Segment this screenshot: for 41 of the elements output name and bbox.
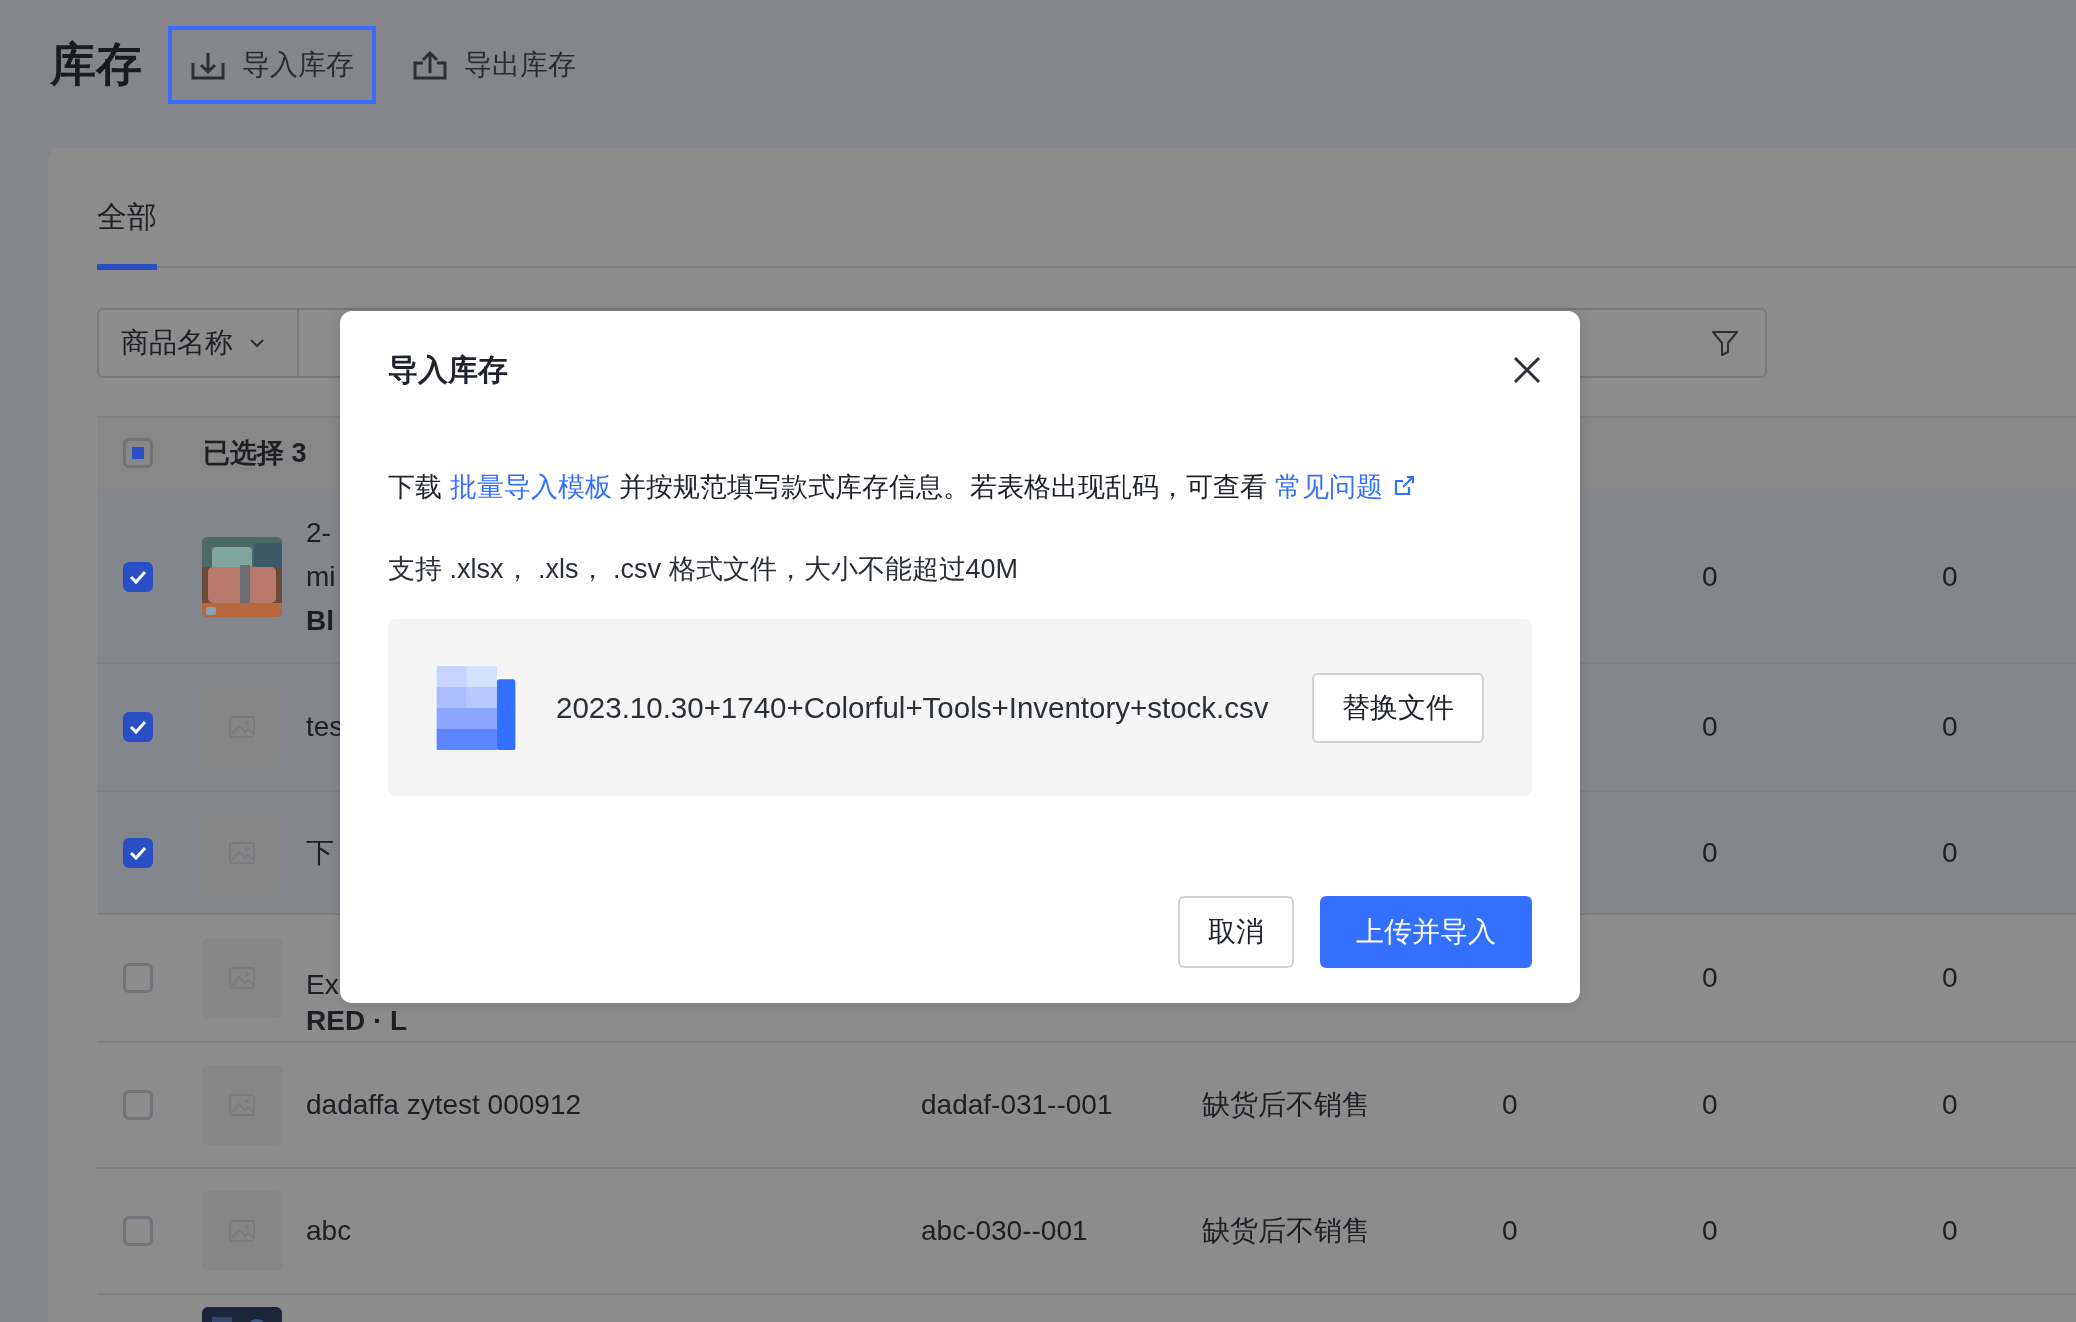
table-cell: 0 bbox=[1702, 836, 1718, 868]
product-name: dadaffa zytest 000912 bbox=[306, 1089, 582, 1120]
sku-cell: abc-030--001 bbox=[921, 1215, 1088, 1246]
replace-file-button[interactable]: 替换文件 bbox=[1312, 672, 1484, 743]
variant-label: RED · L bbox=[306, 1005, 408, 1036]
format-note: 支持 .xlsx， .xls， .csv 格式文件，大小不能超过40M bbox=[388, 553, 1020, 586]
product-name: Ex bbox=[306, 969, 339, 1000]
product-name: mi bbox=[306, 561, 336, 592]
file-name: 2023.10.30+1740+Colorful+Tools+Inventory+stock.csv bbox=[556, 690, 1270, 725]
policy-cell: 缺货后不销售 bbox=[1202, 1215, 1370, 1246]
cancel-button[interactable]: 取消 bbox=[1178, 896, 1294, 968]
table-cell: 0 bbox=[1942, 1215, 1958, 1246]
instruction-text: 下载 批量导入模板 并按规范填写款式库存信息。若表格出现乱码，可查看 常见问题 bbox=[388, 467, 1532, 507]
action-button[interactable]: 导入库存 bbox=[168, 26, 376, 104]
tab[interactable]: 全部 bbox=[97, 197, 157, 270]
faq-link[interactable]: 常见问题 bbox=[1274, 472, 1417, 502]
table-cell: 0 bbox=[1502, 1089, 1518, 1120]
policy-cell: 缺货后不销售 bbox=[1202, 1089, 1370, 1120]
variant-label: Bl bbox=[306, 605, 334, 636]
product-name: 2- bbox=[306, 517, 331, 548]
action-button[interactable]: 导出库存 bbox=[390, 26, 598, 104]
table-cell: 0 bbox=[1702, 561, 1718, 592]
selection-count: 已选择 3 bbox=[203, 437, 307, 470]
template-link[interactable]: 批量导入模板 bbox=[449, 472, 612, 502]
table-cell: 0 bbox=[1942, 1089, 1958, 1120]
table-cell: 0 bbox=[1702, 962, 1718, 993]
sku-cell: dadaf-031--001 bbox=[921, 1089, 1113, 1120]
upload-import-button[interactable]: 上传并导入 bbox=[1320, 896, 1532, 968]
product-name: abc bbox=[306, 1215, 352, 1246]
table-cell: 0 bbox=[1702, 1089, 1718, 1120]
table-cell: 0 bbox=[1502, 1215, 1518, 1246]
table-cell: 0 bbox=[1942, 836, 1958, 868]
field-select[interactable]: 商品名称 bbox=[99, 310, 299, 376]
table-cell: 0 bbox=[1702, 711, 1718, 742]
table-cell: 0 bbox=[1942, 962, 1958, 993]
page-title: 库存 bbox=[50, 37, 142, 92]
table-cell: 0 bbox=[1942, 711, 1958, 742]
dialog-title: 导入库存 bbox=[388, 351, 508, 388]
table-cell: 0 bbox=[1702, 1215, 1718, 1246]
product-name: 下 bbox=[306, 836, 334, 868]
table-cell: 0 bbox=[1942, 561, 1958, 592]
